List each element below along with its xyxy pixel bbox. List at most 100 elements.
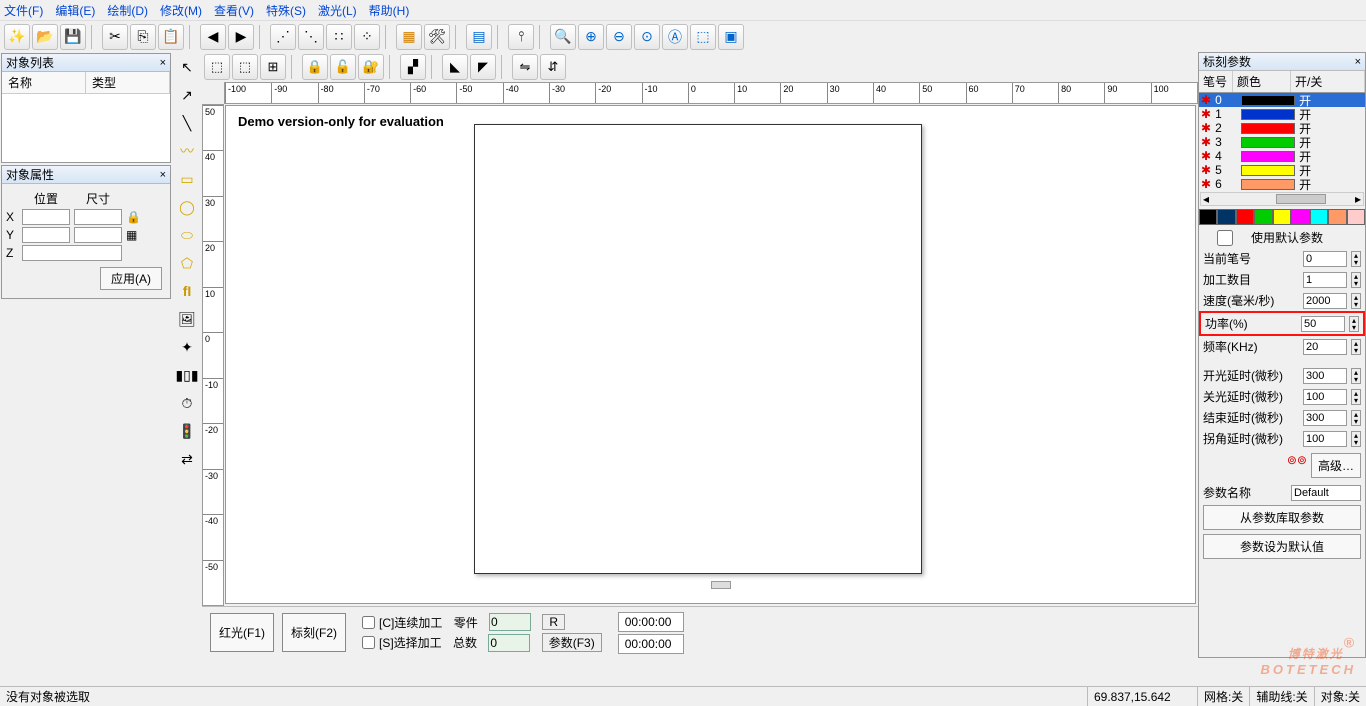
zoom-page-icon[interactable]: ▣: [718, 24, 744, 50]
color-swatches[interactable]: [1199, 209, 1365, 225]
spinner[interactable]: ▴▾: [1351, 431, 1361, 447]
image-icon[interactable]: 🖼: [174, 306, 200, 332]
dots1-icon[interactable]: ⋰: [270, 24, 296, 50]
close-icon[interactable]: ×: [160, 169, 166, 181]
canvas[interactable]: Demo version-only for evaluation: [225, 105, 1196, 604]
col-name[interactable]: 名称: [2, 72, 86, 93]
zoom-icon[interactable]: 🔍: [550, 24, 576, 50]
x-size-input[interactable]: [74, 209, 122, 225]
parts-input[interactable]: [489, 613, 531, 631]
fill2-icon[interactable]: ◤: [470, 54, 496, 80]
object-list-body[interactable]: [2, 94, 170, 162]
param-input[interactable]: [1303, 251, 1347, 267]
cut-icon[interactable]: ✂: [102, 24, 128, 50]
mirror-v-icon[interactable]: ⇵: [540, 54, 566, 80]
group-lock-icon[interactable]: 🔐: [358, 54, 384, 80]
col-type[interactable]: 类型: [86, 72, 170, 93]
copy-icon[interactable]: ⎘: [130, 24, 156, 50]
save-icon[interactable]: 💾: [60, 24, 86, 50]
line-icon[interactable]: ╲: [174, 110, 200, 136]
menu-modify[interactable]: 修改(M): [160, 2, 202, 19]
swatch[interactable]: [1236, 209, 1254, 225]
pointer-icon[interactable]: ↖: [174, 54, 200, 80]
spinner[interactable]: ▴▾: [1351, 368, 1361, 384]
circle-icon[interactable]: ◯: [174, 194, 200, 220]
menu-edit[interactable]: 编辑(E): [55, 2, 95, 19]
menu-help[interactable]: 帮助(H): [369, 2, 410, 19]
rings-icon[interactable]: ⊚⊚: [1287, 453, 1307, 478]
menu-laser[interactable]: 激光(L): [318, 2, 357, 19]
select-checkbox[interactable]: [362, 636, 375, 649]
close-icon[interactable]: ×: [1355, 56, 1361, 68]
r-button[interactable]: R: [542, 614, 565, 630]
polygon-icon[interactable]: ⬠: [174, 250, 200, 276]
undo-icon[interactable]: ◀: [200, 24, 226, 50]
curve-icon[interactable]: 〰: [174, 138, 200, 164]
col-color[interactable]: 颜色: [1233, 71, 1291, 92]
pen-row[interactable]: ✱3开: [1199, 135, 1365, 149]
save-default-button[interactable]: 参数设为默认值: [1203, 534, 1361, 559]
sel-box-icon[interactable]: ⬚: [204, 54, 230, 80]
text-icon[interactable]: fI: [174, 278, 200, 304]
node-icon[interactable]: ↗: [174, 82, 200, 108]
pen-row[interactable]: ✱6开: [1199, 177, 1365, 191]
menu-view[interactable]: 查看(V): [214, 2, 254, 19]
tools-icon[interactable]: 🛠: [424, 24, 450, 50]
zoom-fit-icon[interactable]: ⊙: [634, 24, 660, 50]
zoom-all-icon[interactable]: Ⓐ: [662, 24, 688, 50]
param-input[interactable]: [1303, 431, 1347, 447]
new-icon[interactable]: ✨: [4, 24, 30, 50]
zoom-sel-icon[interactable]: ⬚: [690, 24, 716, 50]
params-button[interactable]: 参数(F3): [542, 633, 602, 652]
redo-icon[interactable]: ▶: [228, 24, 254, 50]
param-input[interactable]: [1303, 410, 1347, 426]
x-pos-input[interactable]: [22, 209, 70, 225]
anchor-icon[interactable]: ▦: [126, 228, 137, 242]
dots2-icon[interactable]: ⋱: [298, 24, 324, 50]
zoom-in-icon[interactable]: ⊕: [578, 24, 604, 50]
rect-icon[interactable]: ▭: [174, 166, 200, 192]
pen-row[interactable]: ✱4开: [1199, 149, 1365, 163]
col-onoff[interactable]: 开/关: [1291, 71, 1365, 92]
param-input[interactable]: [1303, 389, 1347, 405]
use-default-checkbox[interactable]: [1203, 230, 1247, 246]
param-name-input[interactable]: [1291, 485, 1361, 501]
barcode-icon[interactable]: ▮▯▮: [174, 362, 200, 388]
lock-icon[interactable]: 🔒: [302, 54, 328, 80]
light-icon[interactable]: 🚦: [174, 418, 200, 444]
tree-icon[interactable]: ⫯: [508, 24, 534, 50]
spinner[interactable]: ▴▾: [1351, 389, 1361, 405]
pen-row[interactable]: ✱1开: [1199, 107, 1365, 121]
param-input[interactable]: [1303, 272, 1347, 288]
open-icon[interactable]: 📂: [32, 24, 58, 50]
total-input[interactable]: [488, 634, 530, 652]
mirror-h-icon[interactable]: ⇋: [512, 54, 538, 80]
pen-scrollbar[interactable]: ◂▸: [1200, 192, 1364, 206]
scroll-handle[interactable]: [711, 581, 731, 589]
paste-icon[interactable]: 📋: [158, 24, 184, 50]
dots4-icon[interactable]: ⁘: [354, 24, 380, 50]
swatch[interactable]: [1217, 209, 1235, 225]
zoom-out-icon[interactable]: ⊖: [606, 24, 632, 50]
swatch[interactable]: [1273, 209, 1291, 225]
spinner[interactable]: ▴▾: [1351, 293, 1361, 309]
swatch[interactable]: [1254, 209, 1272, 225]
menu-file[interactable]: 文件(F): [4, 2, 43, 19]
pen-list[interactable]: ✱0开✱1开✱2开✱3开✱4开✱5开✱6开: [1199, 93, 1365, 191]
lock-icon[interactable]: 🔒: [126, 210, 141, 224]
y-pos-input[interactable]: [22, 227, 70, 243]
spinner[interactable]: ▴▾: [1351, 339, 1361, 355]
grid-icon[interactable]: ⊞: [260, 54, 286, 80]
param-input[interactable]: [1303, 339, 1347, 355]
ellipse-icon[interactable]: ⬭: [174, 222, 200, 248]
param-input[interactable]: [1303, 368, 1347, 384]
sel-lasso-icon[interactable]: ⬚: [232, 54, 258, 80]
swatch[interactable]: [1347, 209, 1365, 225]
unlock-icon[interactable]: 🔓: [330, 54, 356, 80]
pen-row[interactable]: ✱5开: [1199, 163, 1365, 177]
timer-icon[interactable]: ⏱: [174, 390, 200, 416]
menu-special[interactable]: 特殊(S): [266, 2, 306, 19]
mark-button[interactable]: 标刻(F2): [282, 613, 346, 652]
spinner[interactable]: ▴▾: [1351, 251, 1361, 267]
y-size-input[interactable]: [74, 227, 122, 243]
